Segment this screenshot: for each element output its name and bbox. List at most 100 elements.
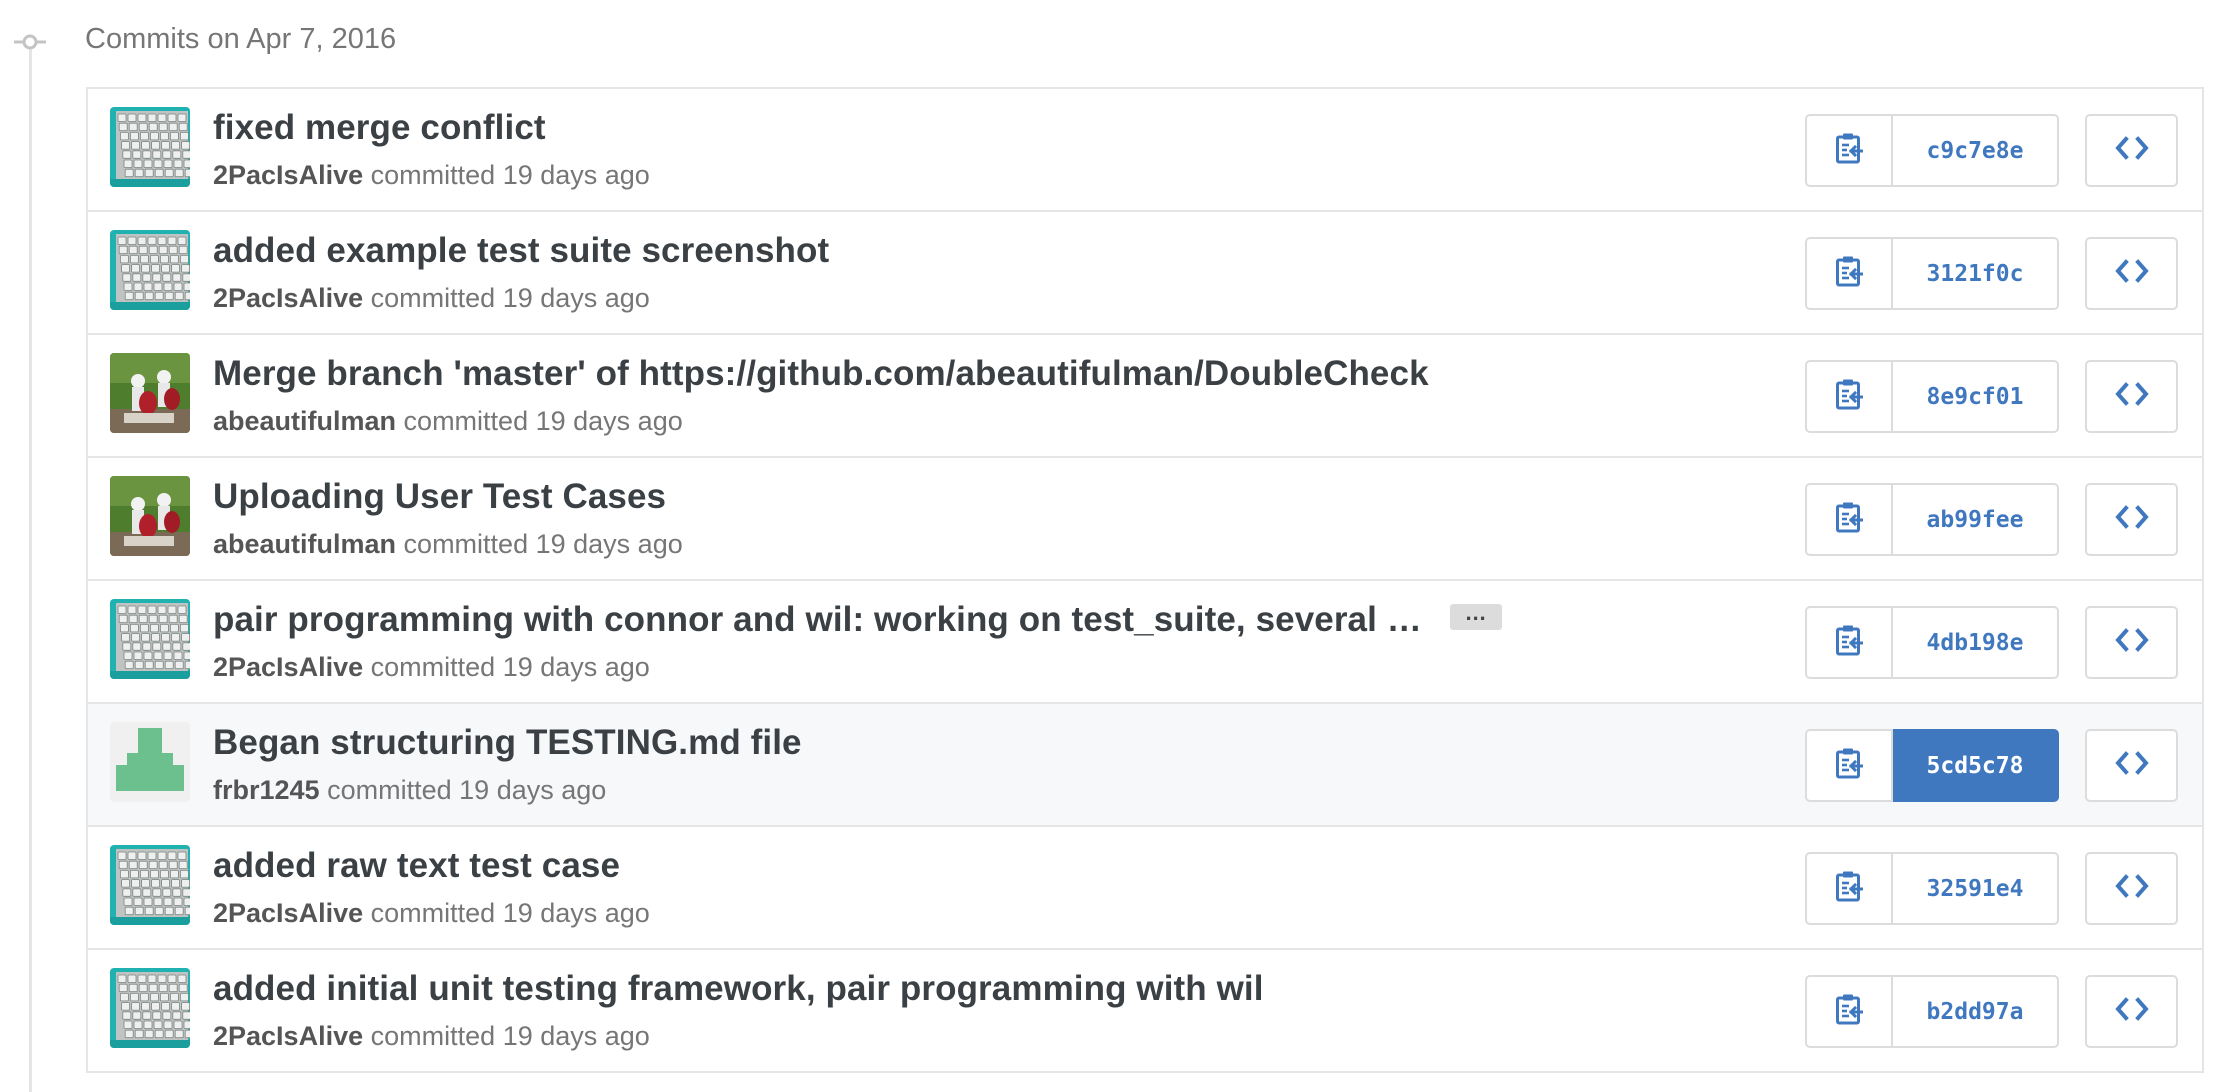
browse-code-button[interactable]	[2085, 237, 2178, 310]
commit-sha-link[interactable]: 32591e4	[1893, 852, 2059, 925]
commit-row: added example test suite screenshot 2Pac…	[88, 212, 2202, 335]
code-brackets-icon	[2114, 136, 2149, 165]
committed-label: committed	[327, 775, 452, 805]
commit-title-container: Merge branch 'master' of https://github.…	[213, 354, 1429, 394]
commit-title[interactable]: fixed merge conflict	[213, 108, 546, 147]
commit-meta: frbr1245 committed 19 days ago	[213, 775, 606, 806]
commit-time: 19 days ago	[502, 283, 650, 313]
keyboard-avatar[interactable]	[110, 230, 190, 310]
commit-sha-link[interactable]: 4db198e	[1893, 606, 2059, 679]
committed-label: committed	[403, 529, 529, 559]
commit-sha-link[interactable]: ab99fee	[1893, 483, 2059, 556]
stormtrooper-avatar[interactable]	[110, 353, 190, 433]
code-brackets-icon	[2114, 382, 2149, 411]
commit-row: added raw text test case 2PacIsAlive com…	[88, 827, 2202, 950]
browse-code-button[interactable]	[2085, 606, 2178, 679]
commit-title[interactable]: pair programming with connor and wil: wo…	[213, 600, 1422, 639]
sha-button-group: ab99fee	[1805, 483, 2059, 556]
copy-sha-button[interactable]	[1805, 237, 1893, 310]
clipboard-copy-icon	[1835, 378, 1864, 415]
commit-title[interactable]: added example test suite screenshot	[213, 231, 829, 270]
commit-time: 19 days ago	[502, 652, 650, 682]
committed-label: committed	[403, 406, 529, 436]
commit-title-container: fixed merge conflict	[213, 108, 546, 148]
clipboard-copy-icon	[1835, 870, 1864, 907]
stormtrooper-avatar[interactable]	[110, 476, 190, 556]
commit-time: 19 days ago	[459, 775, 607, 805]
expand-message-button[interactable]: …	[1449, 601, 1502, 630]
commit-title[interactable]: Uploading User Test Cases	[213, 477, 666, 516]
copy-sha-button[interactable]	[1805, 606, 1893, 679]
commit-list: fixed merge conflict 2PacIsAlive committ…	[86, 87, 2204, 1073]
commit-meta: 2PacIsAlive committed 19 days ago	[213, 160, 650, 191]
code-brackets-icon	[2114, 628, 2149, 657]
commit-time: 19 days ago	[502, 160, 650, 190]
code-brackets-icon	[2114, 259, 2149, 288]
commit-sha-link[interactable]: 3121f0c	[1893, 237, 2059, 310]
commit-title[interactable]: added raw text test case	[213, 846, 620, 885]
identicon-avatar[interactable]	[110, 722, 190, 802]
commit-author[interactable]: 2PacIsAlive	[213, 283, 363, 313]
commit-author[interactable]: 2PacIsAlive	[213, 652, 363, 682]
browse-code-button[interactable]	[2085, 852, 2178, 925]
browse-code-button[interactable]	[2085, 975, 2178, 1048]
commit-time: 19 days ago	[502, 898, 650, 928]
commit-sha-link[interactable]: c9c7e8e	[1893, 114, 2059, 187]
commit-author[interactable]: frbr1245	[213, 775, 320, 805]
commit-row: added initial unit testing framework, pa…	[88, 950, 2202, 1073]
commit-sha-link[interactable]: 8e9cf01	[1893, 360, 2059, 433]
copy-sha-button[interactable]	[1805, 975, 1893, 1048]
commit-author[interactable]: 2PacIsAlive	[213, 898, 363, 928]
committed-label: committed	[370, 898, 496, 928]
committed-label: committed	[370, 1021, 496, 1051]
sha-button-group: 5cd5c78	[1805, 729, 2059, 802]
commit-author[interactable]: abeautifulman	[213, 529, 396, 559]
commit-title[interactable]: Merge branch 'master' of https://github.…	[213, 354, 1429, 393]
keyboard-avatar[interactable]	[110, 968, 190, 1048]
browse-code-button[interactable]	[2085, 729, 2178, 802]
code-brackets-icon	[2114, 997, 2149, 1026]
copy-sha-button[interactable]	[1805, 114, 1893, 187]
commit-time: 19 days ago	[502, 1021, 650, 1051]
commit-title-container: added example test suite screenshot	[213, 231, 829, 271]
commit-row: pair programming with connor and wil: wo…	[88, 581, 2202, 704]
sha-button-group: 32591e4	[1805, 852, 2059, 925]
commit-author[interactable]: 2PacIsAlive	[213, 160, 363, 190]
commit-title-container: added raw text test case	[213, 846, 620, 886]
copy-sha-button[interactable]	[1805, 483, 1893, 556]
clipboard-copy-icon	[1835, 624, 1864, 661]
clipboard-copy-icon	[1835, 501, 1864, 538]
commit-title[interactable]: added initial unit testing framework, pa…	[213, 969, 1264, 1008]
browse-code-button[interactable]	[2085, 360, 2178, 433]
code-brackets-icon	[2114, 751, 2149, 780]
commit-row: Began structuring TESTING.md file frbr12…	[88, 704, 2202, 827]
commit-title[interactable]: Began structuring TESTING.md file	[213, 723, 802, 762]
commit-author[interactable]: 2PacIsAlive	[213, 1021, 363, 1051]
commit-meta: abeautifulman committed 19 days ago	[213, 529, 683, 560]
clipboard-copy-icon	[1835, 255, 1864, 292]
keyboard-avatar[interactable]	[110, 599, 190, 679]
commit-meta: abeautifulman committed 19 days ago	[213, 406, 683, 437]
keyboard-avatar[interactable]	[110, 845, 190, 925]
keyboard-avatar[interactable]	[110, 107, 190, 187]
commit-sha-link[interactable]: 5cd5c78	[1893, 729, 2059, 802]
clipboard-copy-icon	[1835, 747, 1864, 784]
commit-row: Merge branch 'master' of https://github.…	[88, 335, 2202, 458]
browse-code-button[interactable]	[2085, 114, 2178, 187]
copy-sha-button[interactable]	[1805, 729, 1893, 802]
timeline-line	[29, 42, 32, 1092]
copy-sha-button[interactable]	[1805, 360, 1893, 433]
commit-group-title: Commits on Apr 7, 2016	[85, 23, 397, 55]
copy-sha-button[interactable]	[1805, 852, 1893, 925]
commit-author[interactable]: abeautifulman	[213, 406, 396, 436]
commit-title-container: added initial unit testing framework, pa…	[213, 969, 1264, 1009]
commit-title-container: pair programming with connor and wil: wo…	[213, 600, 1502, 640]
clipboard-copy-icon	[1835, 132, 1864, 169]
commit-title-container: Uploading User Test Cases	[213, 477, 666, 517]
sha-button-group: b2dd97a	[1805, 975, 2059, 1048]
commit-sha-link[interactable]: b2dd97a	[1893, 975, 2059, 1048]
commit-meta: 2PacIsAlive committed 19 days ago	[213, 898, 650, 929]
browse-code-button[interactable]	[2085, 483, 2178, 556]
commit-row: fixed merge conflict 2PacIsAlive committ…	[88, 89, 2202, 212]
sha-button-group: 3121f0c	[1805, 237, 2059, 310]
